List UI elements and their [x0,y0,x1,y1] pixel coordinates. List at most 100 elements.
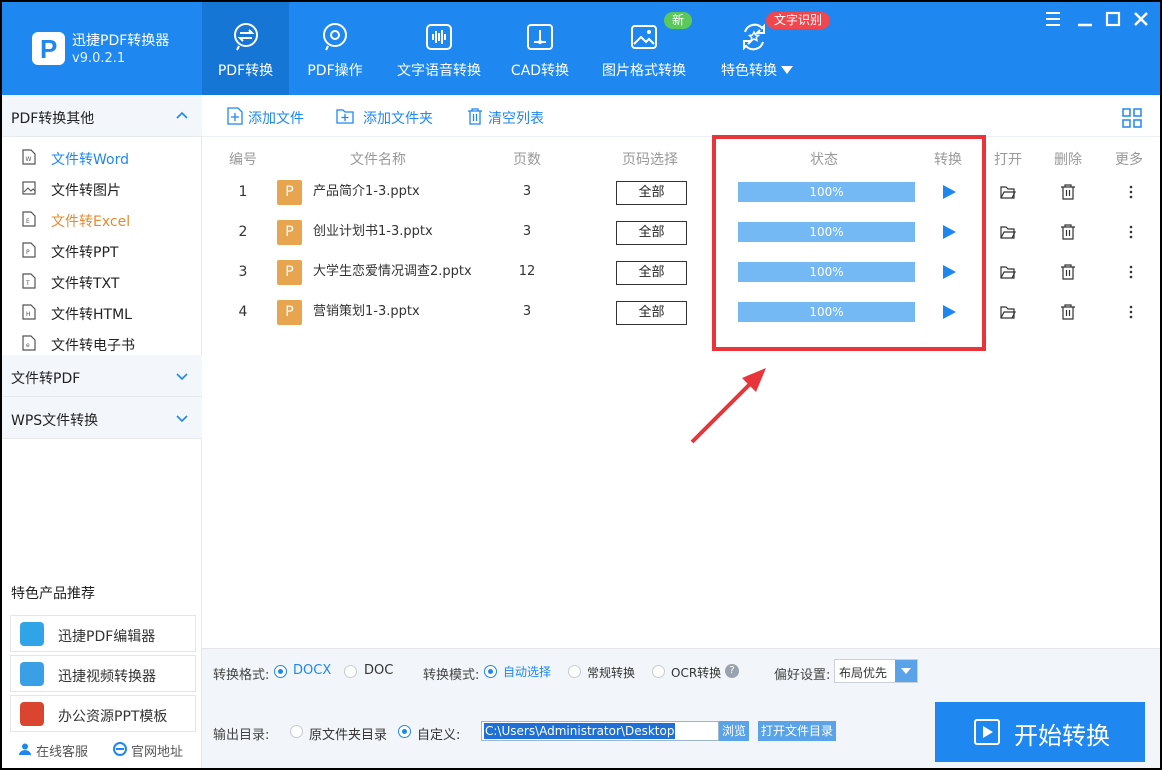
output-label: 输出目录: [213,728,270,743]
row-num: 2 [238,224,248,240]
table-row[interactable]: 2 P 创业计划书1-3.pptx 3 全部 100% [202,212,1160,252]
output-custom-label[interactable]: 自定义: [417,724,460,743]
sidebar: PDF转换其他 W 文件转Word 文件转图片 E 文件转Excel P 文件转… [2,95,202,768]
page-count: 12 [518,264,536,279]
help-icon[interactable]: ? [725,664,739,678]
word-file-icon: W [22,149,36,165]
sidebar-section-pdf-other[interactable]: PDF转换其他 [2,95,202,137]
row-num: 3 [238,264,248,280]
mode-normal-label[interactable]: 常规转换 [587,664,635,681]
trash-icon [468,108,482,125]
svg-text:H: H [26,311,31,318]
nav-label: PDF操作 [307,63,363,79]
format-doc-label[interactable]: DOC [364,663,393,678]
sidebar-section-wps[interactable]: WPS文件转换 [2,397,202,439]
open-folder-button[interactable]: 打开文件目录 [758,721,836,741]
more-icon[interactable] [1123,224,1139,240]
delete-icon[interactable] [1060,184,1076,200]
col-range: 页码选择 [622,152,678,168]
more-icon[interactable] [1123,304,1139,320]
page-range-button[interactable]: 全部 [616,261,687,285]
more-icon[interactable] [1123,264,1139,280]
video-converter-icon [20,662,44,686]
sidebar-item-label: 文件转电子书 [51,338,135,354]
ppt-file-icon: P [277,300,302,325]
svg-text:W: W [26,156,32,163]
more-icon[interactable] [1123,184,1139,200]
svg-text:T: T [25,280,30,287]
select-arrow[interactable] [895,660,917,682]
delete-icon[interactable] [1060,304,1076,320]
radio-docx[interactable] [274,665,287,678]
recommend-pdf-editor[interactable]: 迅捷PDF编辑器 [10,615,196,652]
col-pages: 页数 [513,152,541,168]
svg-text:e: e [26,342,30,349]
chevron-down-icon [176,373,188,381]
table-row[interactable]: 1 P 产品简介1-3.pptx 3 全部 100% [202,172,1160,212]
menu-icon[interactable] [1044,10,1062,28]
sidebar-item-label: 文件转PPT [51,245,119,261]
nav-cad[interactable]: CAD转换 [502,2,578,95]
nav-pdf-convert[interactable]: PDF转换 [202,2,289,95]
open-folder-icon[interactable] [1000,304,1016,320]
page-range-button[interactable]: 全部 [616,221,687,245]
format-docx-label[interactable]: DOCX [293,663,331,678]
browse-button[interactable]: 浏览 [719,721,749,741]
grid-view-icon[interactable] [1122,108,1142,128]
svg-text:E: E [26,218,30,225]
options-panel: 转换格式: DOCX DOC 转换模式: 自动选择 常规转换 OCR转换 ? 偏… [202,648,1160,768]
delete-icon[interactable] [1060,264,1076,280]
mode-ocr-label[interactable]: OCR转换 [671,664,721,681]
caret-down-icon[interactable] [781,66,793,74]
recommend-title: 特色产品推荐 [11,586,95,602]
close-icon[interactable] [1132,10,1150,28]
add-file-label: 添加文件 [248,111,304,127]
toolbar: 添加文件 添加文件夹 清空列表 [202,95,1160,137]
table-row[interactable]: 3 P 大学生恋爱情况调查2.pptx 12 全部 100% [202,252,1160,292]
col-name: 文件名称 [350,152,406,168]
pref-label: 偏好设置: [774,668,831,683]
sidebar-section-to-pdf[interactable]: 文件转PDF [2,355,202,397]
radio-doc[interactable] [344,665,357,678]
section-title: PDF转换其他 [11,111,95,127]
highlight-box [712,135,986,351]
output-path-input[interactable]: C:\Users\Administrator\Desktop [481,721,719,741]
page-range-button[interactable]: 全部 [616,301,687,325]
minimize-icon[interactable] [1076,10,1094,28]
ppt-file-icon: P [277,220,302,245]
recommend-ppt-template[interactable]: 办公资源PPT模板 [10,695,196,732]
open-folder-icon[interactable] [1000,184,1016,200]
page-count: 3 [522,304,532,319]
radio-source-folder[interactable] [290,725,303,738]
page-count: 3 [522,224,532,239]
browser-icon [113,742,127,756]
radio-custom-folder[interactable] [398,725,411,738]
nav-text-voice[interactable]: 文字语音转换 [389,2,489,95]
col-delete: 删除 [1054,152,1082,168]
mode-auto-label[interactable]: 自动选择 [503,663,551,680]
delete-icon[interactable] [1060,224,1076,240]
radio-auto[interactable] [484,665,497,678]
pref-select[interactable]: 布局优先 [834,659,918,683]
app-logo: P [32,32,65,65]
file-name: 创业计划书1-3.pptx [313,224,433,239]
start-convert-button[interactable]: 开始转换 [935,702,1145,762]
new-badge: 新 [664,12,693,29]
pdf-convert-icon [233,23,258,51]
file-name: 大学生恋爱情况调查2.pptx [313,264,472,279]
table-row[interactable]: 4 P 营销策划1-3.pptx 3 全部 100% [202,292,1160,332]
radio-ocr[interactable] [652,665,665,678]
add-folder-label: 添加文件夹 [363,111,433,127]
recommend-label: 办公资源PPT模板 [58,709,168,725]
ppt-template-icon [20,702,44,726]
caret-down-icon [901,668,911,674]
nav-pdf-operate[interactable]: PDF操作 [292,2,378,95]
maximize-icon[interactable] [1104,10,1122,28]
open-folder-icon[interactable] [1000,264,1016,280]
output-source-label[interactable]: 原文件夹目录 [309,724,387,743]
recommend-video-converter[interactable]: 迅捷视频转换器 [10,655,196,692]
page-range-button[interactable]: 全部 [616,181,687,205]
nav-label: 图片格式转换 [602,63,686,79]
radio-normal[interactable] [568,665,581,678]
open-folder-icon[interactable] [1000,224,1016,240]
